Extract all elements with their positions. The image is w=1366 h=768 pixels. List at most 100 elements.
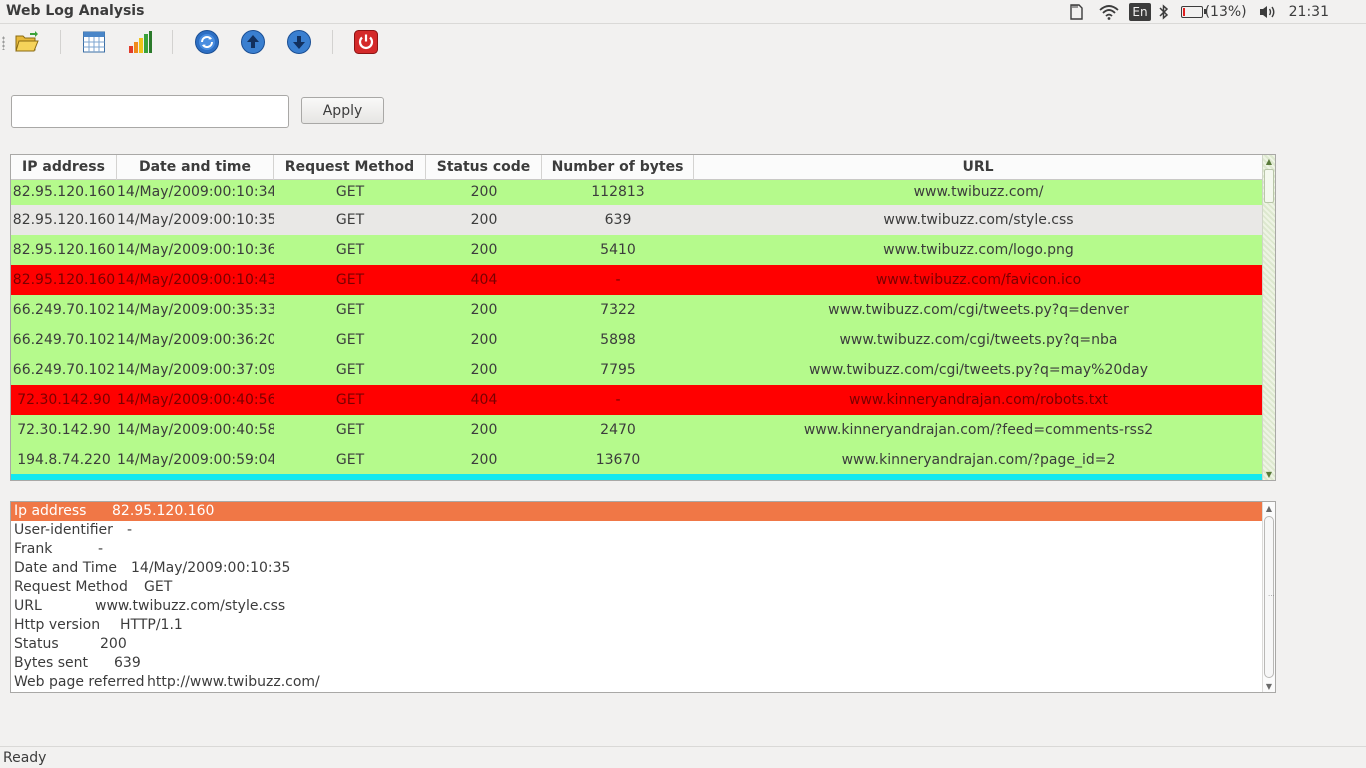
cell-request-method: GET <box>335 362 365 378</box>
cell-url: www.twibuzz.com/cgi/tweets.py?q=may%20da… <box>808 362 1149 378</box>
detail-value: - <box>98 541 104 557</box>
statistics-button[interactable] <box>126 28 154 56</box>
details-panel: Ip address 82.95.120.160 User-identifier - F… <box>10 501 1276 693</box>
detail-value: 639 <box>114 655 141 671</box>
detail-row[interactable]: URL www.twibuzz.com/style.css <box>11 597 1275 616</box>
cell-ip-address: 82.95.120.160 <box>12 242 116 258</box>
cell-ip-address: 82.95.120.160 <box>12 184 116 200</box>
table-header: IP address Date and time Request Method Sta… <box>11 155 1263 180</box>
detail-label: Request Method <box>14 579 128 595</box>
cell-status-code: 200 <box>470 242 498 258</box>
header-col-number-of-bytes[interactable]: Number of bytes <box>542 155 694 180</box>
scroll-up-arrow-icon[interactable]: ▲ <box>1263 502 1275 514</box>
toolbar-separator <box>332 30 333 54</box>
header-col-date-time[interactable]: Date and time <box>117 155 274 180</box>
scroll-down-arrow-icon[interactable]: ▼ <box>1263 680 1275 692</box>
partial-row[interactable] <box>11 474 1263 480</box>
header-col-status-code[interactable]: Status code <box>426 155 542 180</box>
cell-ip-address: 72.30.142.90 <box>17 422 111 438</box>
detail-row[interactable]: Web page referred http://www.twibuzz.com/ <box>11 673 1275 692</box>
table-row[interactable]: 66.249.70.102 14/May/2009:00:35:33 GET 200 7… <box>11 295 1263 325</box>
apply-button[interactable]: Apply <box>301 97 384 124</box>
detail-row[interactable]: Request Method GET <box>11 578 1275 597</box>
table-row[interactable]: 66.249.70.102 14/May/2009:00:36:20 GET 200 5… <box>11 325 1263 355</box>
cell-ip-address: 66.249.70.102 <box>12 362 116 378</box>
toolbar <box>0 26 1366 60</box>
header-col-url[interactable]: URL <box>694 155 1263 180</box>
arrow-up-icon <box>241 30 265 54</box>
detail-row[interactable]: Frank - <box>11 540 1275 559</box>
quit-button[interactable] <box>352 28 380 56</box>
arrow-down-icon <box>287 30 311 54</box>
detail-value: - <box>127 522 133 538</box>
table-row[interactable]: 82.95.120.160 14/May/2009:00:10:34 GET 200 1… <box>11 180 1263 205</box>
bar-chart-icon <box>129 31 152 53</box>
window-title: Web Log Analysis <box>6 3 145 19</box>
cell-status-code: 200 <box>470 422 498 438</box>
log-table: IP address Date and time Request Method Sta… <box>10 154 1276 481</box>
cell-url: www.kinneryandrajan.com/robots.txt <box>849 392 1108 408</box>
refresh-button[interactable] <box>193 28 221 56</box>
cell-number-of-bytes: 5410 <box>600 242 636 258</box>
table-row[interactable]: 72.30.142.90 14/May/2009:00:40:56 GET 404 - w… <box>11 385 1263 415</box>
table-row[interactable]: 66.249.70.102 14/May/2009:00:37:09 GET 200 7… <box>11 355 1263 385</box>
scrollbar-thumb[interactable] <box>1264 169 1274 203</box>
details-scrollbar[interactable]: ▲ ··· ▼ <box>1262 502 1275 692</box>
folder-open-icon <box>15 31 39 52</box>
keyboard-layout-indicator[interactable]: En <box>1129 3 1151 21</box>
table-view-button[interactable] <box>80 28 108 56</box>
clock[interactable]: 21:31 <box>1289 0 1329 24</box>
cell-url: www.twibuzz.com/logo.png <box>883 242 1074 258</box>
detail-value: 82.95.120.160 <box>112 503 215 519</box>
cell-ip-address: 82.95.120.160 <box>12 212 116 228</box>
detail-row[interactable]: Date and Time 14/May/2009:00:10:35 <box>11 559 1275 578</box>
detail-row[interactable]: Http version HTTP/1.1 <box>11 616 1275 635</box>
scroll-down-arrow-icon[interactable]: ▼ <box>1263 468 1275 480</box>
cell-number-of-bytes: 7795 <box>600 362 636 378</box>
table-row[interactable]: 72.30.142.90 14/May/2009:00:40:58 GET 200 24… <box>11 415 1263 445</box>
detail-label: Bytes sent <box>14 655 89 671</box>
detail-value: 200 <box>100 636 127 652</box>
status-text: Ready <box>3 750 47 766</box>
toolbar-grip[interactable] <box>2 36 5 50</box>
detail-label: Ip address <box>14 503 87 519</box>
cell-ip-address: 66.249.70.102 <box>12 302 116 318</box>
filter-input[interactable] <box>11 95 289 128</box>
table-row[interactable]: 82.95.120.160 14/May/2009:00:10:35 GET 200 6… <box>11 205 1263 235</box>
table-scrollbar[interactable]: ▲ ▼ <box>1262 155 1275 480</box>
cell-request-method: GET <box>335 332 365 348</box>
cell-date-time: 14/May/2009:00:10:36 <box>117 242 274 258</box>
battery-indicator[interactable]: (13%) <box>1180 0 1259 24</box>
wifi-icon[interactable] <box>1098 0 1120 24</box>
cell-ip-address: 194.8.74.220 <box>17 452 111 468</box>
volume-icon[interactable] <box>1259 0 1277 24</box>
cell-request-method: GET <box>335 184 365 200</box>
header-col-ip-address[interactable]: IP address <box>11 155 117 180</box>
table-row[interactable]: 82.95.120.160 14/May/2009:00:10:36 GET 200 5… <box>11 235 1263 265</box>
move-down-button[interactable] <box>285 28 313 56</box>
detail-label: User-identifier <box>14 522 113 538</box>
table-row[interactable]: 194.8.74.220 14/May/2009:00:59:04 GET 200 13… <box>11 445 1263 475</box>
table-row[interactable]: 82.95.120.160 14/May/2009:00:10:43 GET 404 -… <box>11 265 1263 295</box>
detail-row[interactable]: Ip address 82.95.120.160 <box>11 502 1275 521</box>
move-up-button[interactable] <box>239 28 267 56</box>
detail-row[interactable]: Bytes sent 639 <box>11 654 1275 673</box>
bluetooth-icon[interactable] <box>1159 0 1169 24</box>
cell-number-of-bytes: 13670 <box>595 452 641 468</box>
detail-row[interactable]: User-identifier - <box>11 521 1275 540</box>
cell-status-code: 200 <box>470 184 498 200</box>
scrollbar-thumb[interactable]: ··· <box>1264 516 1275 678</box>
cell-date-time: 14/May/2009:00:36:20 <box>117 332 274 348</box>
sd-card-icon[interactable] <box>1068 4 1084 20</box>
cell-status-code: 200 <box>470 332 498 348</box>
top-panel: Web Log Analysis En (13%) 21:31 <box>0 0 1366 24</box>
open-file-button[interactable] <box>13 28 41 56</box>
detail-row[interactable]: Status 200 <box>11 635 1275 654</box>
cell-url: www.twibuzz.com/cgi/tweets.py?q=denver <box>828 302 1129 318</box>
system-indicators: En (13%) 21:31 <box>1068 0 1366 24</box>
refresh-icon <box>195 30 219 54</box>
header-col-request-method[interactable]: Request Method <box>274 155 426 180</box>
scroll-up-arrow-icon[interactable]: ▲ <box>1263 155 1275 167</box>
cell-number-of-bytes: - <box>615 272 621 288</box>
cell-status-code: 404 <box>470 392 498 408</box>
